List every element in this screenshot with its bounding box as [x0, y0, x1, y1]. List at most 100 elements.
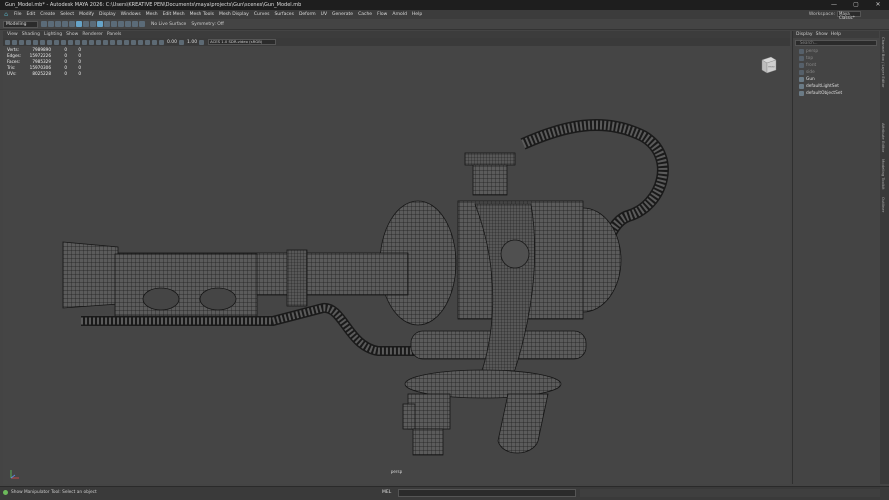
viewport-persp[interactable]: View Shading Lighting Show Renderer Pane… [3, 31, 790, 484]
menu-deform[interactable]: Deform [299, 12, 316, 17]
outliner-item-persp[interactable]: persp [793, 48, 879, 55]
safe-action-icon[interactable] [68, 39, 73, 45]
xray-joints-icon[interactable] [152, 39, 157, 45]
viewport-menu-renderer[interactable]: Renderer [82, 32, 103, 37]
lights-icon[interactable] [110, 39, 115, 45]
menu-mesh-tools[interactable]: Mesh Tools [190, 12, 214, 17]
menu-edit-mesh[interactable]: Edit Mesh [163, 12, 185, 17]
gun-model-mesh[interactable] [3, 46, 790, 484]
outliner-item-default-object-set[interactable]: defaultObjectSet [793, 90, 879, 97]
select-by-handle-icon[interactable] [97, 21, 103, 27]
menu-generate[interactable]: Generate [332, 12, 353, 17]
menu-create[interactable]: Create [40, 12, 55, 17]
menu-edit[interactable]: Edit [27, 12, 36, 17]
menu-select[interactable]: Select [60, 12, 74, 17]
select-object-icon[interactable] [83, 21, 89, 27]
maya-home-icon[interactable]: ⌂ [2, 11, 10, 18]
exposure-field[interactable]: 0.00 [167, 40, 177, 45]
snap-point-icon[interactable] [125, 21, 131, 27]
select-by-joint-icon[interactable] [104, 21, 110, 27]
save-scene-icon[interactable] [55, 21, 61, 27]
ambient-occlusion-icon[interactable] [124, 39, 129, 45]
menu-file[interactable]: File [14, 12, 22, 17]
outliner-item-side[interactable]: side [793, 69, 879, 76]
menu-set-dropdown[interactable]: Modeling [3, 20, 38, 28]
tab-channel-box[interactable]: Channel Box / Layer Editor [881, 37, 886, 88]
gamma-icon[interactable] [179, 39, 185, 45]
camera-select-icon[interactable] [5, 39, 10, 45]
camera-attributes-icon[interactable] [12, 39, 17, 45]
snap-curve-icon[interactable] [118, 21, 124, 27]
outliner-item-top[interactable]: top [793, 55, 879, 62]
outliner-item-front[interactable]: front [793, 62, 879, 69]
viewport-menu-shading[interactable]: Shading [22, 32, 40, 37]
gate-mask-icon[interactable] [54, 39, 59, 45]
film-gate-icon[interactable] [40, 39, 45, 45]
antialiasing-icon[interactable] [131, 39, 136, 45]
wireframe-icon[interactable] [82, 39, 87, 45]
viewport-menu-panels[interactable]: Panels [107, 32, 121, 37]
shadows-icon[interactable] [117, 39, 122, 45]
viewport-menu-view[interactable]: View [7, 32, 18, 37]
safe-title-icon[interactable] [75, 39, 80, 45]
xray-icon[interactable] [145, 39, 150, 45]
close-icon[interactable]: ✕ [867, 0, 889, 10]
redo-icon[interactable] [69, 21, 75, 27]
outliner-menu-help[interactable]: Help [831, 32, 841, 37]
outliner-item-gun[interactable]: Gun [793, 76, 879, 83]
tab-attribute-editor[interactable]: Attribute Editor [881, 123, 886, 152]
make-live-icon[interactable] [139, 21, 145, 27]
tab-modeling-toolkit[interactable]: Modeling Toolkit [881, 159, 886, 190]
command-line-input[interactable] [398, 489, 576, 497]
snap-grid-icon[interactable] [111, 21, 117, 27]
image-plane-icon[interactable] [26, 39, 31, 45]
open-scene-icon[interactable] [48, 21, 54, 27]
wireframe-on-shaded-icon[interactable] [96, 39, 101, 45]
menu-modify[interactable]: Modify [79, 12, 94, 17]
menu-mesh-display[interactable]: Mesh Display [219, 12, 249, 17]
live-surface-field[interactable]: No Live Surface [151, 22, 186, 27]
grid-icon[interactable] [33, 39, 38, 45]
menu-flow[interactable]: Flow [377, 12, 387, 17]
symmetry-dropdown[interactable]: Symmetry: Off [191, 22, 224, 27]
textured-icon[interactable] [103, 39, 108, 45]
menu-display[interactable]: Display [99, 12, 116, 17]
menu-bar: ⌂ File Edit Create Select Modify Display… [0, 10, 889, 20]
view-cube[interactable]: FRONT [760, 55, 778, 75]
help-line: Show Manipulator Tool: Select an object … [0, 486, 889, 500]
new-scene-icon[interactable] [41, 21, 47, 27]
select-component-icon[interactable] [90, 21, 96, 27]
menu-windows[interactable]: Windows [121, 12, 141, 17]
resolution-gate-icon[interactable] [47, 39, 52, 45]
outliner-item-default-light-set[interactable]: defaultLightSet [793, 83, 879, 90]
select-hierarchy-icon[interactable] [76, 21, 82, 27]
menu-curves[interactable]: Curves [254, 12, 270, 17]
viewport-menu-show[interactable]: Show [66, 32, 78, 37]
workspace-dropdown[interactable]: Maya Classic* [837, 11, 861, 20]
menu-mesh[interactable]: Mesh [146, 12, 158, 17]
menu-cache[interactable]: Cache [358, 12, 372, 17]
isolate-select-icon[interactable] [138, 39, 143, 45]
outliner-menu-display[interactable]: Display [796, 32, 813, 37]
undo-icon[interactable] [62, 21, 68, 27]
viewport-toolbar: 0.00 1.00 ACES 1.0 SDR-video (sRGB) [3, 38, 790, 46]
snap-view-plane-icon[interactable] [132, 21, 138, 27]
color-space-dropdown[interactable]: ACES 1.0 SDR-video (sRGB) [208, 39, 277, 45]
exposure-icon[interactable] [159, 39, 164, 45]
menu-surfaces[interactable]: Surfaces [274, 12, 294, 17]
bookmark-icon[interactable] [19, 39, 24, 45]
menu-arnold[interactable]: Arnold [392, 12, 407, 17]
script-language-toggle[interactable]: MEL [382, 490, 391, 495]
menu-uv[interactable]: UV [321, 12, 327, 17]
outliner-search-input[interactable]: Search... [795, 40, 877, 46]
smooth-shade-icon[interactable] [89, 39, 94, 45]
tab-outliner[interactable]: Outliner [881, 197, 886, 212]
menu-help[interactable]: Help [412, 12, 422, 17]
gamma-field[interactable]: 1.00 [187, 40, 197, 45]
color-management-icon[interactable] [199, 39, 205, 45]
field-chart-icon[interactable] [61, 39, 66, 45]
minimize-icon[interactable]: — [823, 0, 845, 10]
maximize-icon[interactable]: ▢ [845, 0, 867, 10]
outliner-menu-show[interactable]: Show [816, 32, 828, 37]
viewport-menu-lighting[interactable]: Lighting [44, 32, 62, 37]
